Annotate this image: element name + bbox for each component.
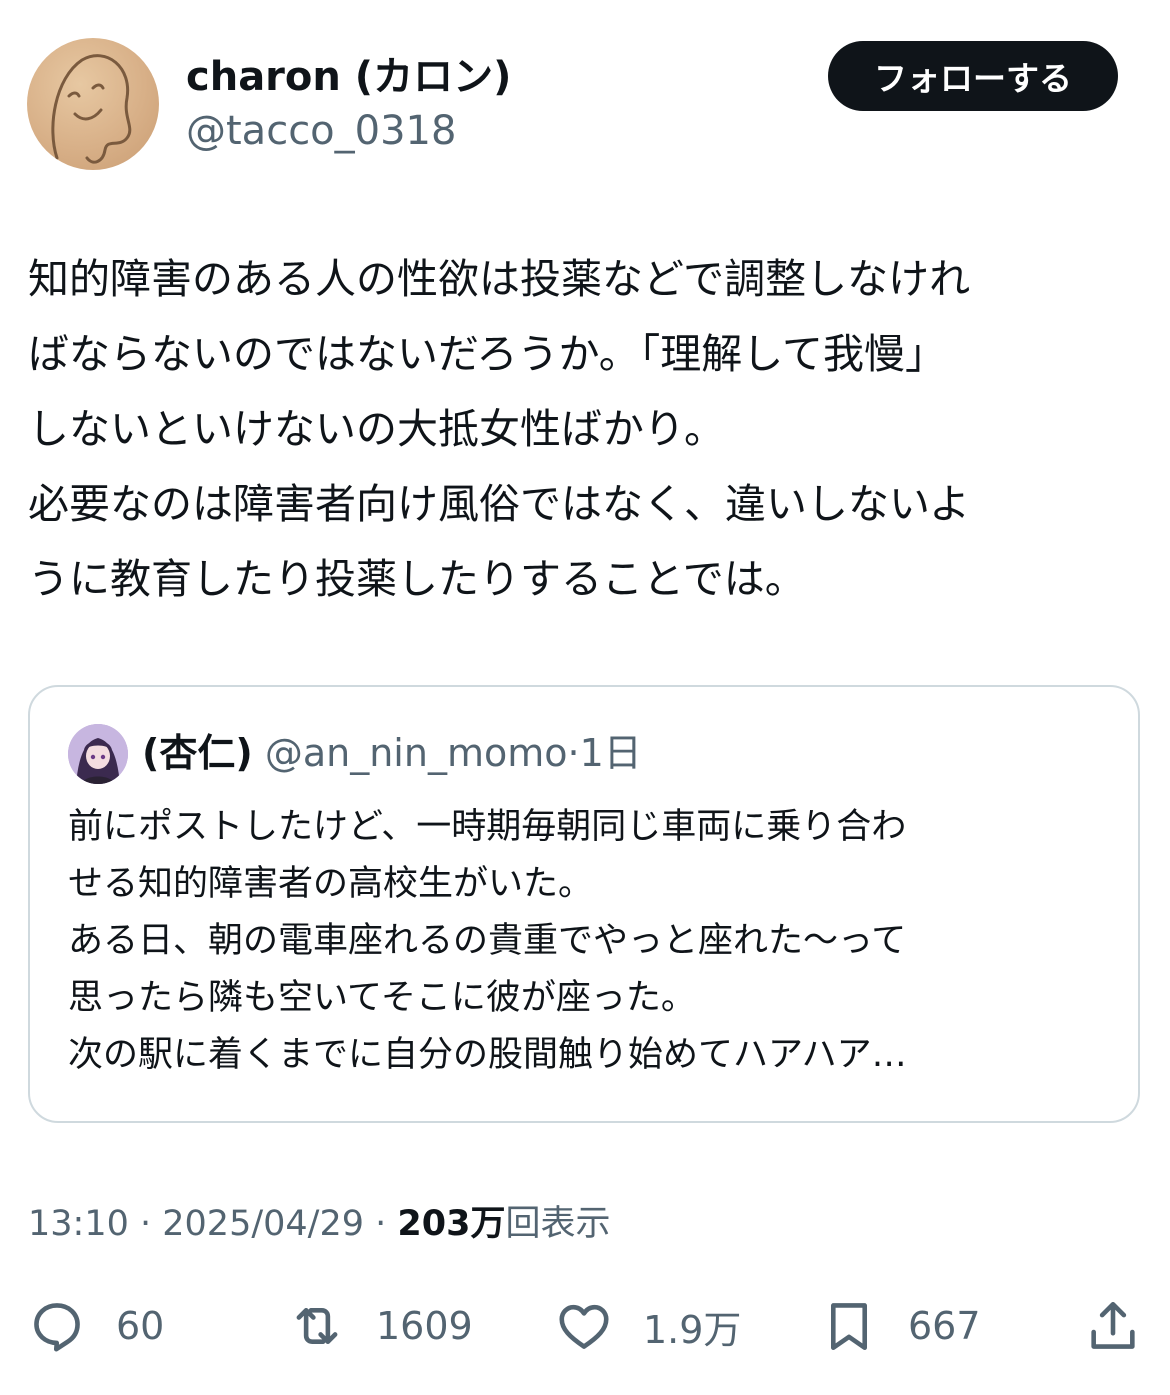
- reply-button[interactable]: 60: [28, 1290, 164, 1362]
- bookmark-button[interactable]: 667: [820, 1290, 981, 1362]
- tweet-text-line: しないといけないの大抵女性ばかり。: [28, 405, 725, 453]
- author-display-name[interactable]: charon (カロン): [186, 54, 511, 100]
- tweet-text-line: うに教育したり投薬したりすることでは。: [28, 555, 806, 603]
- tweet-meta: 13:10 · 2025/04/29 · 203万回表示: [28, 1200, 610, 1248]
- share-button[interactable]: [1084, 1290, 1142, 1362]
- quoted-text-line: 次の駅に着くまでに自分の股間触り始めてハアハア…: [68, 1035, 907, 1075]
- tweet-text-line: 必要なのは障害者向け風俗ではなく、違いしないよ: [28, 480, 971, 528]
- quoted-text-line: 思ったら隣も空いてそこに彼が座った。: [68, 978, 696, 1018]
- share-icon: [1091, 1301, 1135, 1349]
- quoted-text-line: ある日、朝の電車座れるの貴重でやっと座れた〜って: [68, 921, 907, 961]
- tweet-action-bar: 60 1609 1.9万 667: [0, 1290, 1170, 1370]
- quoted-tweet-card[interactable]: (杏仁) @an_nin_momo·1日 前にポストしたけど、一時期毎朝同じ車両…: [28, 685, 1140, 1123]
- retweet-icon: [296, 1307, 338, 1345]
- retweet-count: 1609: [376, 1304, 473, 1348]
- quoted-tweet-time[interactable]: 1日: [580, 731, 642, 775]
- tweet-text-line: ばならないのではないだろうか。「理解して我慢」: [28, 330, 946, 378]
- tweet-text: 知的障害のある人の性欲は投薬などで調整しなけれ ばならないのではないだろうか。「…: [28, 242, 1138, 617]
- like-button[interactable]: 1.9万: [555, 1290, 741, 1362]
- meta-separator: ·: [128, 1204, 163, 1244]
- tweet-time[interactable]: 13:10: [28, 1204, 129, 1244]
- ghost-drawing-avatar-icon: [51, 54, 132, 164]
- bookmark-count: 667: [908, 1304, 981, 1348]
- author-avatar[interactable]: [27, 38, 159, 170]
- quoted-separator: ·: [567, 731, 580, 775]
- meta-separator: ·: [364, 1204, 398, 1244]
- retweet-button[interactable]: 1609: [288, 1290, 473, 1362]
- reply-icon: [34, 1303, 80, 1352]
- quoted-text-line: せる知的障害者の高校生がいた。: [68, 864, 594, 904]
- quoted-author-handle[interactable]: @an_nin_momo: [265, 731, 568, 775]
- quoted-tweet-text: 前にポストしたけど、一時期毎朝同じ車両に乗り合わ せる知的障害者の高校生がいた。…: [68, 799, 1108, 1084]
- quoted-tweet-header: (杏仁) @an_nin_momo·1日: [142, 729, 642, 777]
- tweet-text-line: 知的障害のある人の性欲は投薬などで調整しなけれ: [28, 255, 971, 303]
- tweet-date[interactable]: 2025/04/29: [162, 1204, 364, 1244]
- anime-girl-avatar-icon: [68, 724, 128, 784]
- bookmark-icon: [830, 1303, 868, 1351]
- follow-button[interactable]: フォローする: [828, 41, 1118, 111]
- quoted-author-avatar[interactable]: [68, 724, 128, 784]
- views-label: 回表示: [505, 1204, 611, 1244]
- like-count: 1.9万: [643, 1307, 742, 1352]
- reply-count: 60: [116, 1304, 165, 1348]
- quoted-text-line: 前にポストしたけど、一時期毎朝同じ車両に乗り合わ: [68, 807, 907, 847]
- heart-icon: [559, 1304, 609, 1349]
- quoted-author-name[interactable]: (杏仁): [142, 731, 253, 775]
- views-count: 203万: [397, 1204, 506, 1244]
- author-handle[interactable]: @tacco_0318: [186, 108, 456, 154]
